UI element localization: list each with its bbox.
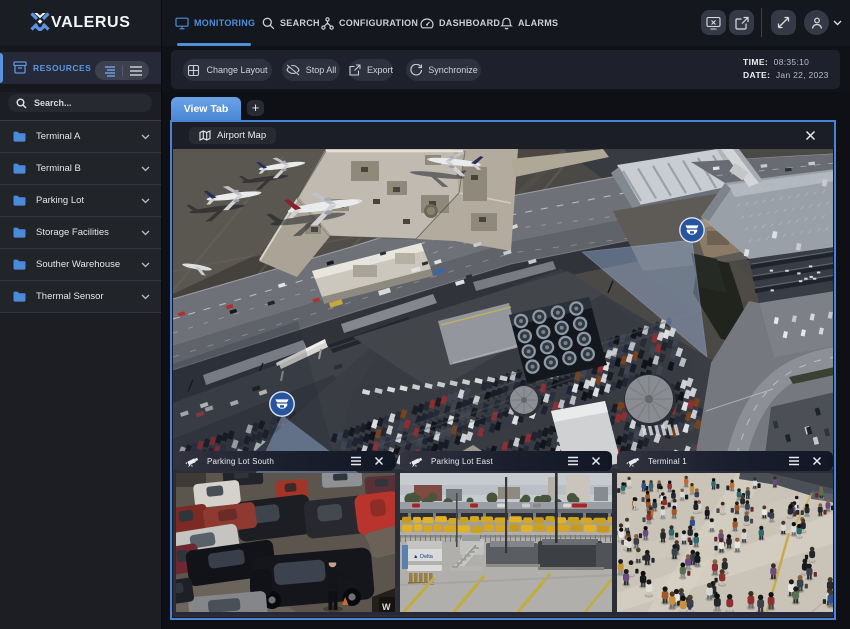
svg-text:▲ Delta: ▲ Delta	[413, 554, 434, 560]
svg-text:W: W	[382, 602, 391, 612]
